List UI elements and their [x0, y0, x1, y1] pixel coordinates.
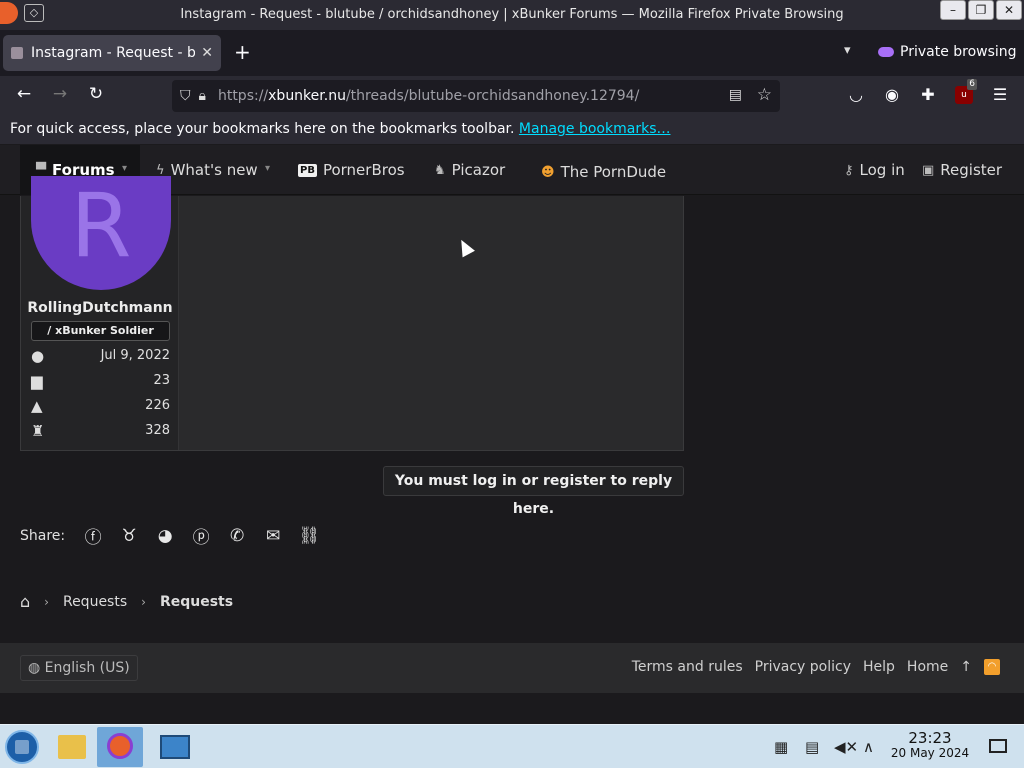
twitter-icon[interactable]: ♉ — [111, 526, 147, 546]
help-link[interactable]: Help — [863, 659, 895, 675]
reddit-icon[interactable]: ◕ — [147, 526, 183, 546]
nav-whats-new[interactable]: ϟ What's new — [156, 161, 258, 179]
pornerbros-logo-icon: PB — [298, 163, 317, 177]
show-desktop-button[interactable] — [989, 739, 1007, 753]
post-message: R RollingDutchmann / xBunker Soldier ● J… — [20, 176, 684, 451]
shield-icon[interactable]: ⛉ — [180, 88, 191, 104]
tray-expand-icon[interactable]: ∧ — [863, 738, 874, 756]
close-window-button[interactable]: ✕ — [996, 0, 1022, 20]
register-link[interactable]: ▣ Register — [922, 161, 1002, 179]
messages-icon: ▆ — [31, 372, 43, 390]
navigation-toolbar: ← → ↻ ⛉ 🔒︎ https://xbunker.nu/threads/bl… — [0, 76, 1024, 116]
avatar[interactable]: R — [31, 176, 171, 290]
link-icon[interactable]: ⛓ — [291, 526, 327, 546]
nav-porndude[interactable]: ☻ The PornDude — [541, 163, 666, 181]
terms-link[interactable]: Terms and rules — [632, 659, 743, 675]
user-icon: ● — [31, 347, 45, 365]
window-title: Instagram - Request - blutube / orchidsa… — [180, 7, 844, 22]
share-label: Share: — [20, 527, 66, 544]
storage-tray-icon[interactable]: ▤ — [805, 738, 819, 756]
extensions-icon[interactable]: ✚ — [917, 85, 939, 104]
private-browsing-indicator: Private browsing — [878, 44, 1017, 60]
share-bar: Share: ⓕ ♉ ◕ ⓟ ✆ ✉ ⛓ — [20, 523, 327, 549]
pocket-icon[interactable]: ◡ — [845, 85, 867, 104]
privacy-link[interactable]: Privacy policy — [755, 659, 851, 675]
back-button[interactable]: ← — [12, 84, 36, 104]
nav-pornerbros[interactable]: PB PornerBros — [298, 161, 405, 179]
url-text[interactable]: https://xbunker.nu/threads/blutube-orchi… — [218, 88, 639, 104]
clipboard-icon: ▣ — [922, 162, 935, 178]
facebook-icon[interactable]: ⓕ — [75, 523, 111, 548]
account-icon[interactable]: ◉ — [881, 85, 903, 104]
ublock-icon[interactable]: u6 — [955, 79, 977, 104]
new-tab-button[interactable]: + — [234, 42, 251, 62]
private-browsing-label: Private browsing — [900, 44, 1017, 60]
rss-icon[interactable]: ◠ — [984, 659, 1000, 675]
clock-time: 23:23 — [908, 729, 952, 747]
bookmarks-toolbar: For quick access, place your bookmarks h… — [0, 116, 1024, 144]
home-icon[interactable]: ⌂ — [20, 592, 30, 611]
system-monitor-button[interactable] — [150, 727, 196, 767]
unicorn-icon: ♞ — [434, 162, 446, 178]
breadcrumb-current[interactable]: Requests — [160, 594, 233, 610]
user-title-badge: / xBunker Soldier — [31, 321, 170, 341]
tab-favicon-icon — [11, 47, 23, 59]
url-bar[interactable]: ⛉ 🔒︎ https://xbunker.nu/threads/blutube-… — [172, 80, 780, 112]
minimize-button[interactable]: – — [940, 0, 966, 20]
clipboard-tray-icon[interactable]: ▦ — [774, 738, 788, 756]
maximize-button[interactable]: ❐ — [968, 0, 994, 20]
trophy-icon: ♜ — [31, 422, 45, 440]
back-to-top-icon[interactable]: ↑ — [960, 659, 972, 675]
firefox-taskbar-button[interactable] — [97, 727, 143, 767]
log-in-link[interactable]: ⚷ Log in — [844, 161, 905, 179]
nav-picazor[interactable]: ♞ Picazor — [434, 161, 505, 179]
chevron-right-icon: › — [141, 594, 146, 609]
key-icon: ⚷ — [844, 162, 854, 178]
tab-label: Instagram - Request - blutube — [31, 45, 196, 61]
folder-icon — [58, 735, 86, 759]
list-all-tabs-button[interactable]: ▾ — [844, 43, 851, 58]
forums-dropdown-icon[interactable]: ▾ — [122, 163, 127, 174]
bookmarks-hint: For quick access, place your bookmarks h… — [10, 121, 515, 137]
breadcrumb-requests[interactable]: Requests — [63, 594, 127, 610]
monitor-icon — [160, 735, 190, 759]
start-menu-button[interactable] — [5, 730, 39, 764]
tab-close-icon[interactable]: ✕ — [201, 45, 213, 61]
firefox-icon — [107, 733, 133, 759]
email-icon[interactable]: ✉ — [255, 526, 291, 546]
globe-icon: ◍ — [28, 660, 41, 676]
thumbs-up-icon: ▲ — [31, 397, 43, 415]
tab-active[interactable]: Instagram - Request - blutube ✕ — [3, 35, 221, 71]
file-manager-button[interactable] — [48, 727, 94, 767]
ublock-count: 6 — [967, 79, 977, 90]
os-taskbar: ▦ ▤ ◀✕ ∧ 23:23 20 May 2024 — [0, 724, 1024, 768]
reload-button[interactable]: ↻ — [84, 84, 108, 104]
reader-view-icon[interactable]: ▤ — [729, 87, 742, 103]
home-link[interactable]: Home — [907, 659, 948, 675]
window-titlebar: ◇ Instagram - Request - blutube / orchid… — [0, 0, 1024, 30]
private-mask-icon — [878, 47, 894, 57]
login-to-reply-notice[interactable]: You must log in or register to reply her… — [383, 466, 684, 517]
volume-muted-icon[interactable]: ◀✕ — [834, 738, 858, 756]
menu-icon[interactable]: ☰ — [989, 85, 1011, 104]
pinterest-icon[interactable]: ⓟ — [183, 523, 219, 548]
chevron-right-icon: › — [44, 594, 49, 609]
breadcrumb: ⌂ › Requests › Requests — [20, 592, 233, 611]
post-user-panel: R RollingDutchmann / xBunker Soldier ● J… — [21, 176, 179, 450]
porndude-logo-icon: ☻ — [541, 164, 555, 180]
clock[interactable]: 23:23 20 May 2024 — [884, 731, 976, 761]
lock-icon[interactable]: 🔒︎ — [199, 88, 206, 104]
username[interactable]: RollingDutchmann — [21, 300, 179, 316]
page-bottom — [0, 693, 1024, 724]
manage-bookmarks-link[interactable]: Manage bookmarks… — [519, 121, 671, 137]
tab-strip: Instagram - Request - blutube ✕ + ▾ Priv… — [0, 30, 1024, 76]
whats-new-dropdown-icon[interactable]: ▾ — [265, 163, 270, 174]
clock-date: 20 May 2024 — [890, 746, 970, 760]
forward-button[interactable]: → — [48, 84, 72, 104]
bookmark-star-icon[interactable]: ☆ — [757, 85, 772, 105]
whatsapp-icon[interactable]: ✆ — [219, 526, 255, 546]
page-footer: ◍ English (US) Terms and rules Privacy p… — [0, 643, 1024, 693]
language-selector[interactable]: ◍ English (US) — [20, 655, 138, 681]
